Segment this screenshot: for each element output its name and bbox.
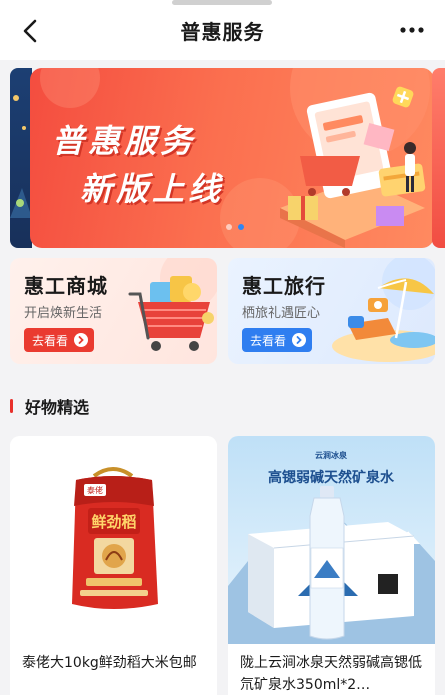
brand-logo: 云涧冰泉 — [315, 450, 348, 460]
carousel-dot-active — [238, 224, 244, 230]
poster-heading: 高锶弱碱天然矿泉水 — [268, 469, 395, 486]
promo-card-travel[interactable]: 惠工旅行 栖旅礼遇匠心 去看看 — [228, 258, 435, 364]
page-title: 普惠服务 — [180, 20, 265, 44]
section-accent-bar — [10, 399, 13, 413]
button-label: 去看看 — [250, 333, 287, 348]
product-image-mineral-water: 云涧冰泉 高锶弱碱天然矿泉水 — [228, 436, 435, 644]
banner-headline-2: 新版上线 — [80, 170, 225, 208]
carousel-indicator — [226, 224, 244, 230]
carousel-dot — [226, 224, 232, 230]
product-name: 泰佬大10kg鲜劲稻大米包邮 — [22, 655, 197, 671]
rice-bag-brand: 鲜劲稻 — [91, 513, 136, 531]
product-name: 陇上云涧冰泉天然弱碱高锶低氘矿泉水350ml*2… — [240, 655, 422, 693]
chevron-right-icon — [74, 333, 89, 347]
banner-next-slide[interactable] — [432, 68, 445, 248]
promo-subtitle: 开启焕新生活 — [24, 306, 103, 321]
product-card[interactable]: 云涧冰泉 高锶弱碱天然矿泉水 陇上云涧冰泉天然弱碱高锶低氘矿泉水350ml*2… — [228, 436, 435, 695]
product-image-rice-bag: 泰佬 鲜劲稻 — [10, 436, 217, 644]
rice-bag-tag: 泰佬 — [87, 485, 103, 495]
product-card[interactable]: 泰佬 鲜劲稻 泰佬大10kg鲜劲稻大米包邮 — [10, 436, 217, 695]
promo-subtitle: 栖旅礼遇匠心 — [242, 306, 321, 321]
button-label: 去看看 — [32, 333, 69, 348]
go-see-button[interactable]: 去看看 — [24, 328, 95, 352]
more-horizontal-icon[interactable] — [397, 17, 427, 43]
top-nav-bar: 普惠服务 — [0, 0, 445, 60]
banner-slide[interactable]: 普惠服务 新版上线 — [30, 68, 434, 248]
banner-carousel[interactable]: 普惠服务 新版上线 — [0, 68, 445, 248]
promo-card-mall[interactable]: 惠工商城 开启焕新生活 去看看 — [10, 258, 217, 364]
drag-handle — [172, 0, 272, 5]
section-title: 好物精选 — [25, 398, 90, 417]
go-see-button[interactable]: 去看看 — [242, 328, 313, 352]
section-header: 好物精选 — [10, 394, 89, 418]
promo-title: 惠工旅行 — [242, 274, 326, 298]
chevron-right-icon — [292, 333, 307, 347]
banner-prev-slide[interactable] — [10, 68, 32, 248]
promo-title: 惠工商城 — [24, 274, 108, 298]
banner-headline-1: 普惠服务 — [52, 122, 197, 160]
